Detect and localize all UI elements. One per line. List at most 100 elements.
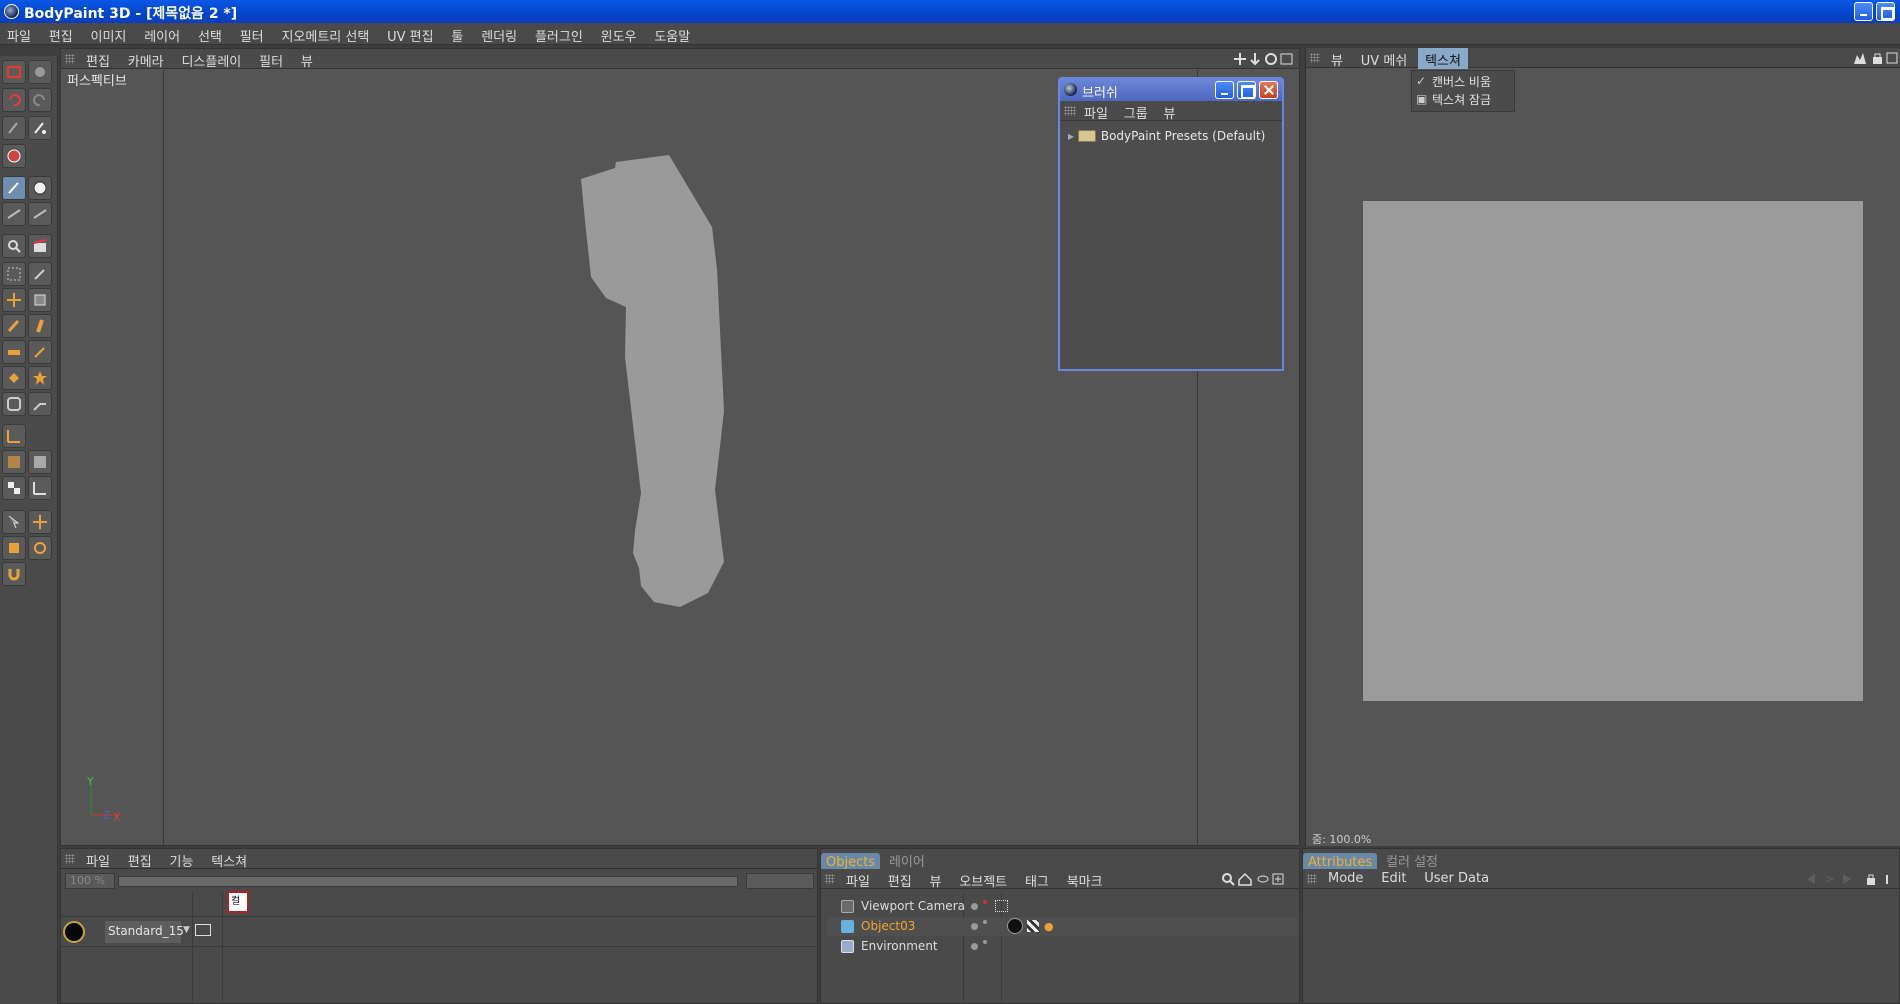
eraser-icon[interactable]	[2, 340, 26, 364]
texture-canvas[interactable]	[1363, 201, 1863, 701]
viewport-menu-filter[interactable]: 필터	[252, 49, 290, 70]
menu-select[interactable]: 선택	[191, 23, 229, 45]
render-sphere-icon[interactable]	[2, 144, 26, 168]
materials-menu-edit[interactable]: 편집	[121, 849, 159, 870]
objects-menu-edit[interactable]: 편집	[881, 869, 919, 890]
rotate-icon[interactable]	[28, 536, 52, 560]
maximize-button[interactable]	[1876, 2, 1895, 21]
menu-window[interactable]: 윈도우	[594, 23, 644, 45]
smudge-icon[interactable]	[28, 314, 52, 338]
brush-icon[interactable]	[2, 314, 26, 338]
attributes-menu-edit[interactable]: Edit	[1374, 869, 1413, 886]
paint-tag-icon[interactable]: ●	[1044, 920, 1054, 933]
redo-icon[interactable]	[28, 88, 52, 112]
materials-menu-function[interactable]: 기능	[163, 849, 201, 870]
menu-uv-edit[interactable]: UV 편집	[380, 23, 440, 45]
brush-menu-file[interactable]: 파일	[1078, 101, 1114, 122]
uv-transform-icon[interactable]	[28, 476, 52, 500]
menu-layer[interactable]: 레이어	[137, 23, 187, 45]
minimize-button[interactable]	[1854, 2, 1873, 21]
attributes-menu-mode[interactable]: Mode	[1321, 869, 1370, 886]
material-preview-icon[interactable]	[63, 921, 85, 943]
materials-menu-file[interactable]: 파일	[79, 849, 117, 870]
attributes-nav-icons[interactable]	[1803, 872, 1897, 886]
magic-brush-icon[interactable]	[28, 116, 52, 140]
grip-icon[interactable]	[1310, 53, 1320, 63]
viewport-menu-display[interactable]: 디스플레이	[174, 49, 248, 70]
clone-icon[interactable]	[28, 288, 52, 312]
objects-menu-tag[interactable]: 태그	[1018, 869, 1056, 890]
menu-filter[interactable]: 필터	[233, 23, 271, 45]
objects-toolbar-icons[interactable]	[1221, 872, 1297, 886]
clapper-icon[interactable]	[28, 234, 52, 258]
brush-window-titlebar[interactable]: 브러쉬	[1060, 79, 1282, 101]
projection-icon[interactable]	[2, 202, 26, 226]
undo-icon[interactable]	[2, 88, 26, 112]
material-name-field[interactable]: Standard_15	[105, 921, 184, 943]
menu-tools[interactable]: 툴	[444, 23, 470, 45]
expand-arrow-icon[interactable]: ▸	[1068, 129, 1074, 143]
objects-menu-file[interactable]: 파일	[839, 869, 877, 890]
uv-polygons-icon[interactable]	[28, 450, 52, 474]
layout-icon[interactable]	[2, 60, 26, 84]
menu-geometry-select[interactable]: 지오메트리 선택	[274, 23, 376, 45]
attributes-menu-user-data[interactable]: User Data	[1417, 869, 1496, 886]
menu-plugins[interactable]: 플러그인	[528, 23, 590, 45]
histogram-lock-icons[interactable]	[1853, 51, 1899, 65]
grip-icon[interactable]	[825, 874, 835, 884]
materials-zoom-slider[interactable]	[118, 876, 738, 887]
texture-menu-uv-mesh[interactable]: UV 메쉬	[1354, 48, 1414, 69]
texture-menu-texture[interactable]: 텍스쳐	[1418, 48, 1468, 69]
checker-icon[interactable]	[2, 476, 26, 500]
uv-scale-icon[interactable]	[2, 424, 26, 448]
brush-preset-icon[interactable]	[28, 60, 52, 84]
clear-canvas-item[interactable]: 캔버스 비움	[1432, 73, 1491, 90]
editor-visibility-dot[interactable]	[971, 923, 978, 930]
brush-close-button[interactable]	[1259, 81, 1278, 99]
menu-help[interactable]: 도움말	[647, 23, 697, 45]
render-visibility-dot[interactable]	[983, 900, 987, 904]
editor-visibility-dot[interactable]	[971, 943, 978, 950]
grip-icon[interactable]	[1307, 874, 1317, 884]
app-icon[interactable]	[4, 4, 19, 19]
navigation-icons[interactable]	[1233, 52, 1295, 66]
viewport-menu-view[interactable]: 뷰	[294, 49, 320, 70]
grip-icon[interactable]	[65, 54, 75, 64]
menu-edit[interactable]: 편집	[42, 23, 80, 45]
uv-points-icon[interactable]	[2, 450, 26, 474]
menu-file[interactable]: 파일	[0, 23, 38, 45]
ellipse-select-icon[interactable]	[2, 392, 26, 416]
projection-alt-icon[interactable]	[28, 202, 52, 226]
lock-texture-item[interactable]: 텍스쳐 잠금	[1432, 91, 1491, 108]
grip-icon[interactable]	[1064, 106, 1076, 116]
scale-icon[interactable]	[2, 536, 26, 560]
chevron-down-icon[interactable]: ▼	[183, 925, 190, 935]
material-tag-icon[interactable]	[1007, 918, 1023, 934]
magic-wand-icon[interactable]	[28, 262, 52, 286]
move-icon[interactable]	[28, 510, 52, 534]
eyedropper-icon[interactable]	[28, 340, 52, 364]
brush-menu-group[interactable]: 그룹	[1118, 101, 1154, 122]
object03-mesh[interactable]	[581, 149, 751, 609]
brush-maximize-button[interactable]	[1237, 81, 1256, 99]
brush-preset-folder[interactable]: BodyPaint Presets (Default)	[1101, 129, 1266, 143]
paint-mode-icon[interactable]	[28, 176, 52, 200]
objects-menu-view[interactable]: 뷰	[923, 869, 949, 890]
viewport-menu-camera[interactable]: 카메라	[121, 49, 171, 70]
paint-brush-icon[interactable]	[2, 116, 26, 140]
materials-menu-texture[interactable]: 텍스쳐	[204, 849, 254, 870]
editor-visibility-dot[interactable]	[971, 903, 978, 910]
magnifier-icon[interactable]	[2, 234, 26, 258]
texture-channel-icon[interactable]	[195, 924, 211, 936]
render-visibility-dot[interactable]	[983, 940, 987, 944]
brush-minimize-button[interactable]	[1215, 81, 1234, 99]
camera-tag-icon[interactable]	[995, 900, 1008, 912]
menu-image[interactable]: 이미지	[84, 23, 134, 45]
star-icon[interactable]	[28, 366, 52, 390]
fill-bucket-icon[interactable]	[2, 366, 26, 390]
menu-render[interactable]: 렌더링	[474, 23, 524, 45]
rect-select-icon[interactable]	[2, 262, 26, 286]
object-row-object03[interactable]: Object03 ●	[827, 917, 1297, 936]
transform-icon[interactable]	[2, 288, 26, 312]
magnet-icon[interactable]	[2, 562, 26, 586]
